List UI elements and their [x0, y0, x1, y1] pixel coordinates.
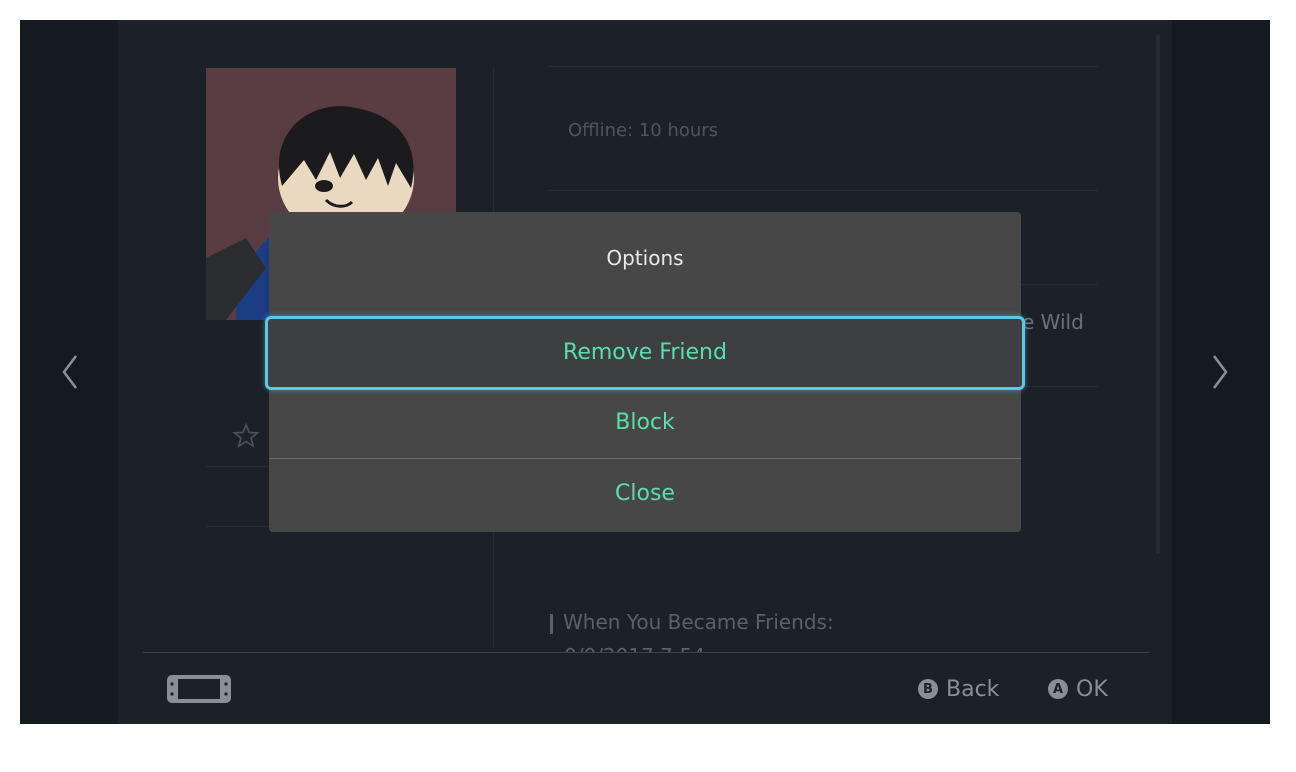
became-friends-label: When You Became Friends:: [550, 610, 834, 634]
ok-label: OK: [1076, 676, 1108, 702]
chevron-right-icon[interactable]: [1208, 352, 1232, 392]
became-friends-date: 0/0/2017 7:54: [564, 644, 705, 652]
ok-hint[interactable]: A OK: [1048, 674, 1108, 704]
divider: [548, 190, 1098, 191]
close-option[interactable]: Close: [269, 459, 1021, 529]
scrollbar[interactable]: [1156, 34, 1160, 554]
star-outline-icon[interactable]: [232, 422, 260, 450]
dialog-title: Options: [606, 246, 684, 270]
chevron-left-icon[interactable]: [58, 352, 82, 392]
back-hint[interactable]: B Back: [918, 674, 999, 704]
game-title: e Wild: [1022, 310, 1084, 334]
screen: Offline: 10 hours e Wild When You Became…: [20, 20, 1270, 724]
a-button-icon: A: [1048, 679, 1068, 699]
divider: [548, 66, 1098, 67]
block-option[interactable]: Block: [269, 388, 1021, 458]
online-status: Offline: 10 hours: [568, 120, 719, 141]
b-button-icon: B: [918, 679, 938, 699]
footer-divider: [143, 652, 1149, 653]
console-handheld-icon: [166, 674, 232, 704]
remove-friend-option[interactable]: Remove Friend: [265, 316, 1025, 390]
back-label: Back: [946, 676, 1000, 702]
